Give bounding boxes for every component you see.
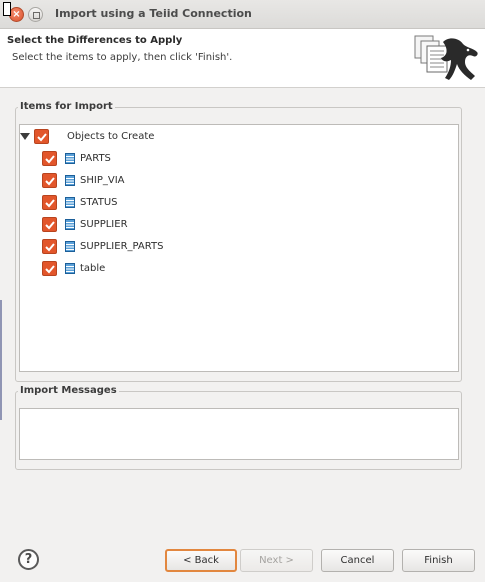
- import-messages-text[interactable]: [19, 408, 459, 460]
- checkbox[interactable]: [42, 172, 57, 188]
- tree-label-objects-to-create: Objects to Create: [67, 130, 155, 142]
- cancel-button[interactable]: Cancel: [321, 549, 394, 572]
- window-title: Import using a Teiid Connection: [55, 7, 252, 20]
- tree-row[interactable]: SUPPLIER: [42, 215, 128, 233]
- tree-label: SUPPLIER_PARTS: [80, 240, 164, 252]
- tree-row-objects-to-create[interactable]: Objects to Create: [20, 127, 154, 145]
- checkbox[interactable]: [42, 216, 57, 232]
- maximize-window-button[interactable]: [28, 7, 43, 22]
- window-edge-strip: [0, 300, 2, 420]
- checkbox-objects-to-create[interactable]: [34, 128, 49, 144]
- tree-label: SUPPLIER: [80, 218, 128, 230]
- tree-label: STATUS: [80, 196, 118, 208]
- checkbox[interactable]: [42, 150, 57, 166]
- import-items-tree[interactable]: Objects to Create PARTS SHIP_VIA STATUS …: [19, 124, 459, 372]
- tree-row[interactable]: PARTS: [42, 149, 111, 167]
- help-button[interactable]: ?: [18, 549, 39, 570]
- mouse-cursor: [3, 2, 11, 16]
- tree-label: SHIP_VIA: [80, 174, 125, 186]
- checkbox[interactable]: [42, 194, 57, 210]
- page-title: Select the Differences to Apply: [7, 35, 183, 46]
- import-dialog: × Import using a Teiid Connection Select…: [0, 0, 485, 582]
- table-icon: [65, 196, 75, 208]
- tree-row[interactable]: SUPPLIER_PARTS: [42, 237, 163, 255]
- table-icon: [65, 262, 75, 274]
- expand-arrow-icon[interactable]: [20, 131, 30, 141]
- page-description: Select the items to apply, then click 'F…: [12, 52, 233, 63]
- import-messages-label: Import Messages: [18, 385, 119, 396]
- checkbox[interactable]: [42, 238, 57, 254]
- table-icon: [65, 240, 75, 252]
- tree-row[interactable]: STATUS: [42, 193, 118, 211]
- wizard-header: Select the Differences to Apply Select t…: [0, 29, 485, 88]
- back-button[interactable]: < Back: [165, 549, 237, 572]
- finish-button[interactable]: Finish: [402, 549, 475, 572]
- table-icon: [65, 218, 75, 230]
- tree-row[interactable]: table: [42, 259, 105, 277]
- checkbox[interactable]: [42, 260, 57, 276]
- teiid-wizard-banner-icon: [414, 35, 478, 80]
- items-for-import-label: Items for Import: [18, 101, 115, 112]
- tree-row[interactable]: SHIP_VIA: [42, 171, 124, 189]
- next-button[interactable]: Next >: [240, 549, 313, 572]
- table-icon: [65, 152, 75, 164]
- tree-label: table: [80, 262, 106, 274]
- title-bar: × Import using a Teiid Connection: [0, 0, 485, 29]
- tree-label: PARTS: [80, 152, 111, 164]
- table-icon: [65, 174, 75, 186]
- close-window-button[interactable]: ×: [9, 7, 24, 22]
